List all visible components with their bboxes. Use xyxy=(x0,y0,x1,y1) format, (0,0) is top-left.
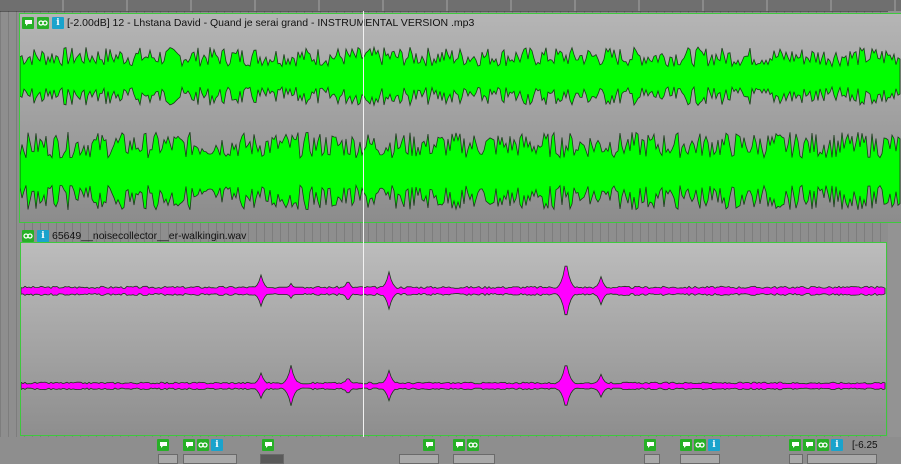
envelope-control[interactable] xyxy=(644,454,660,464)
comment-icon[interactable] xyxy=(803,439,815,451)
link-icon[interactable] xyxy=(467,439,479,451)
envelope-control[interactable] xyxy=(453,454,495,464)
info-icon[interactable]: i xyxy=(831,439,843,451)
envelope-control[interactable] xyxy=(789,454,803,464)
item-label: [-2.00dB] 12 - Lhstana David - Quand je … xyxy=(67,16,475,29)
info-icon[interactable]: i xyxy=(708,439,720,451)
link-icon[interactable] xyxy=(22,229,34,242)
comment-icon[interactable] xyxy=(644,439,656,451)
link-icon[interactable] xyxy=(37,16,49,29)
envelope-control[interactable] xyxy=(260,454,284,464)
media-item-music[interactable]: i [-2.00dB] 12 - Lhstana David - Quand j… xyxy=(19,13,901,223)
item-icon-group: i xyxy=(183,439,223,451)
waveform-channel xyxy=(21,365,886,406)
envelope-control[interactable] xyxy=(399,454,439,464)
comment-icon[interactable] xyxy=(183,439,195,451)
comment-icon[interactable] xyxy=(453,439,465,451)
timeline-ruler[interactable] xyxy=(0,0,901,12)
item-icon-group xyxy=(644,439,656,451)
media-item-walkingin[interactable] xyxy=(20,242,887,436)
item-icon-group: i xyxy=(680,439,720,451)
waveform-music xyxy=(20,45,901,211)
comment-icon[interactable] xyxy=(262,439,274,451)
waveform-channel xyxy=(21,265,886,316)
comment-icon[interactable] xyxy=(423,439,435,451)
comment-icon[interactable] xyxy=(22,16,34,29)
item-icon-group xyxy=(453,439,479,451)
envelope-control[interactable] xyxy=(158,454,178,464)
link-icon[interactable] xyxy=(694,439,706,451)
item-icon-group xyxy=(262,439,274,451)
item-icon-group: i xyxy=(789,439,843,451)
item-header: i [-2.00dB] 12 - Lhstana David - Quand j… xyxy=(20,14,474,31)
truncated-item-label: [-6.25 xyxy=(852,440,878,451)
envelope-control[interactable] xyxy=(680,454,720,464)
waveform-channel xyxy=(20,45,901,107)
info-icon[interactable]: i xyxy=(211,439,223,451)
next-track-strip xyxy=(0,437,901,464)
comment-icon[interactable] xyxy=(680,439,692,451)
info-icon[interactable]: i xyxy=(37,229,49,242)
item-icon-group xyxy=(157,439,169,451)
waveform-channel xyxy=(20,131,901,211)
item-label: 65649__noisecollector__er-walkingin.wav xyxy=(52,229,247,242)
comment-icon[interactable] xyxy=(789,439,801,451)
item-header: i 65649__noisecollector__er-walkingin.wa… xyxy=(20,227,246,244)
comment-icon[interactable] xyxy=(157,439,169,451)
edit-cursor[interactable] xyxy=(363,11,364,438)
envelope-control[interactable] xyxy=(183,454,237,464)
link-icon[interactable] xyxy=(197,439,209,451)
envelope-control[interactable] xyxy=(807,454,877,464)
item-icon-group xyxy=(423,439,435,451)
waveform-walkingin xyxy=(21,265,886,406)
info-icon[interactable]: i xyxy=(52,16,64,29)
link-icon[interactable] xyxy=(817,439,829,451)
